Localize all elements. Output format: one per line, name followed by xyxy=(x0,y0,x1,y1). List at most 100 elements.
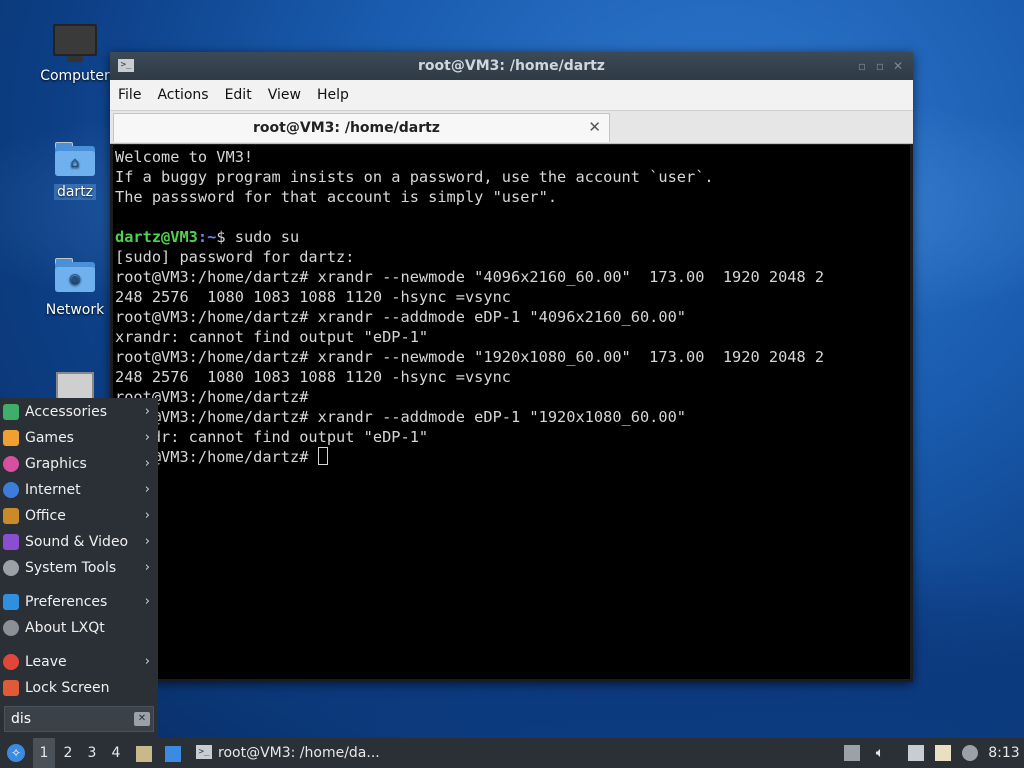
desktop-icon-label: Network xyxy=(45,302,105,318)
terminal-line: xrandr: cannot find output "eDP-1" xyxy=(115,428,429,446)
menubar: File Actions Edit View Help xyxy=(110,80,913,111)
menu-item-label: Office xyxy=(25,508,66,524)
window-titlebar[interactable]: >_ root@VM3: /home/dartz ▫ ▫ ✕ xyxy=(110,52,913,80)
workspace-1[interactable]: 1 xyxy=(33,738,55,768)
volume-icon[interactable]: 🔈︎ xyxy=(870,738,890,768)
terminal-line: Welcome to VM3! xyxy=(115,148,254,166)
desktop-icon-dartz[interactable]: ⌂ dartz xyxy=(35,142,115,200)
task-label: root@VM3: /home/da... xyxy=(218,745,380,761)
tab-bar: root@VM3: /home/dartz ✕ xyxy=(110,111,913,144)
terminal-icon: >_ xyxy=(196,745,212,759)
show-desktop-button[interactable] xyxy=(134,738,154,768)
menu-item-games[interactable]: Games › xyxy=(0,425,158,451)
clipboard-button[interactable] xyxy=(933,738,953,768)
menu-item-about-lxqt[interactable]: About LXQt xyxy=(0,615,158,641)
menu-item-label: Games xyxy=(25,430,74,446)
quicklaunch-button[interactable] xyxy=(162,738,184,768)
menu-item-internet[interactable]: Internet › xyxy=(0,477,158,503)
terminal-prompt-line: dartz@VM3:~$ sudo su xyxy=(115,227,908,247)
maximize-icon[interactable]: ▫ xyxy=(871,59,889,73)
preferences-icon xyxy=(3,594,19,610)
computer-icon xyxy=(53,24,97,62)
taskbar-task-terminal[interactable]: >_ root@VM3: /home/da... xyxy=(192,738,382,768)
terminal-output[interactable]: Welcome to VM3! If a buggy program insis… xyxy=(113,145,910,679)
chevron-right-icon: › xyxy=(144,594,150,609)
application-menu: Accessories › Games › Graphics › Internet › … xyxy=(0,398,158,738)
chevron-right-icon: › xyxy=(144,508,150,523)
chevron-right-icon: › xyxy=(144,534,150,549)
tray-updates-button[interactable] xyxy=(843,738,861,768)
prompt-command: $ sudo su xyxy=(216,228,300,246)
menu-item-label: Lock Screen xyxy=(25,680,110,696)
clear-search-icon[interactable]: ✕ xyxy=(134,712,150,726)
terminal-line: root@VM3:/home/dartz# xyxy=(115,447,908,467)
terminal-line: xrandr: cannot find output "eDP-1" xyxy=(115,328,429,346)
notifications-button[interactable] xyxy=(960,738,980,768)
lock-icon xyxy=(3,680,19,696)
workspace-2[interactable]: 2 xyxy=(57,738,79,768)
menu-item-lock-screen[interactable]: Lock Screen xyxy=(0,675,158,701)
search-text: dis xyxy=(11,711,32,727)
network-folder-icon: ◉ xyxy=(55,258,95,292)
prompt-path: :~ xyxy=(197,228,217,246)
menu-item-label: Graphics xyxy=(25,456,87,472)
menu-actions[interactable]: Actions xyxy=(149,80,216,110)
menu-item-accessories[interactable]: Accessories › xyxy=(0,399,158,425)
terminal-line: root@VM3:/home/dartz# xrandr --newmode "… xyxy=(115,268,825,286)
terminal-line: The passsword for that account is simply… xyxy=(115,188,558,206)
workspace-3[interactable]: 3 xyxy=(81,738,103,768)
network-tray-button[interactable] xyxy=(906,738,926,768)
desktop-icon-label: dartz xyxy=(53,184,97,200)
terminal-line: root@VM3:/home/dartz# xrandr --addmode e… xyxy=(115,408,686,426)
network-icon xyxy=(908,745,924,761)
terminal-line: root@VM3:/home/dartz# xrandr --newmode "… xyxy=(115,348,825,366)
office-icon xyxy=(3,508,19,524)
clipboard-icon xyxy=(935,745,951,761)
terminal-line: 248 2576 1080 1083 1088 1120 -hsync =vsy… xyxy=(115,368,512,386)
lxqt-logo-icon: ✧ xyxy=(7,744,25,762)
menu-file[interactable]: File xyxy=(110,80,149,110)
chevron-right-icon: › xyxy=(144,482,150,497)
menu-item-label: System Tools xyxy=(25,560,117,576)
file-manager-icon xyxy=(136,746,152,762)
menu-item-label: Preferences xyxy=(25,594,108,610)
tab-close-icon[interactable]: ✕ xyxy=(588,118,601,136)
menu-help[interactable]: Help xyxy=(309,80,357,110)
graphics-icon xyxy=(3,456,19,472)
internet-icon xyxy=(3,482,19,498)
menu-item-sound-video[interactable]: Sound & Video › xyxy=(0,529,158,555)
chevron-right-icon: › xyxy=(144,456,150,471)
minimize-icon[interactable]: ▫ xyxy=(853,59,871,73)
menu-item-preferences[interactable]: Preferences › xyxy=(0,589,158,615)
chevron-right-icon: › xyxy=(144,560,150,575)
window-title: root@VM3: /home/dartz xyxy=(418,58,605,74)
workspace-4[interactable]: 4 xyxy=(105,738,127,768)
sound-video-icon xyxy=(3,534,19,550)
desktop-icon xyxy=(165,746,181,762)
notification-icon xyxy=(962,745,978,761)
menu-item-graphics[interactable]: Graphics › xyxy=(0,451,158,477)
desktop-icon-network[interactable]: ◉ Network xyxy=(35,258,115,318)
desktop-icon-label: Computer xyxy=(40,68,110,84)
menu-item-label: Sound & Video xyxy=(25,534,129,550)
start-menu-button[interactable]: ✧ xyxy=(4,738,28,768)
prompt-user: dartz@VM3 xyxy=(115,228,198,246)
menu-item-office[interactable]: Office › xyxy=(0,503,158,529)
menu-item-leave[interactable]: Leave › xyxy=(0,649,158,675)
home-folder-icon: ⌂ xyxy=(55,142,95,176)
menu-item-label: About LXQt xyxy=(25,620,105,636)
desktop-icon-computer[interactable]: Computer xyxy=(35,24,115,84)
terminal-tab[interactable]: root@VM3: /home/dartz ✕ xyxy=(113,113,610,142)
menu-item-system-tools[interactable]: System Tools › xyxy=(0,555,158,581)
tab-label: root@VM3: /home/dartz xyxy=(253,120,440,136)
updates-icon xyxy=(844,745,860,761)
terminal-line: root@VM3:/home/dartz# xyxy=(115,388,309,406)
menu-edit[interactable]: Edit xyxy=(217,80,260,110)
chevron-right-icon: › xyxy=(144,430,150,445)
menu-view[interactable]: View xyxy=(260,80,309,110)
close-icon[interactable]: ✕ xyxy=(889,59,907,73)
clock[interactable]: 8:13 xyxy=(988,738,1020,768)
terminal-window[interactable]: >_ root@VM3: /home/dartz ▫ ▫ ✕ File Actions… xyxy=(110,52,913,682)
menu-search-input[interactable]: dis ✕ xyxy=(4,706,154,732)
